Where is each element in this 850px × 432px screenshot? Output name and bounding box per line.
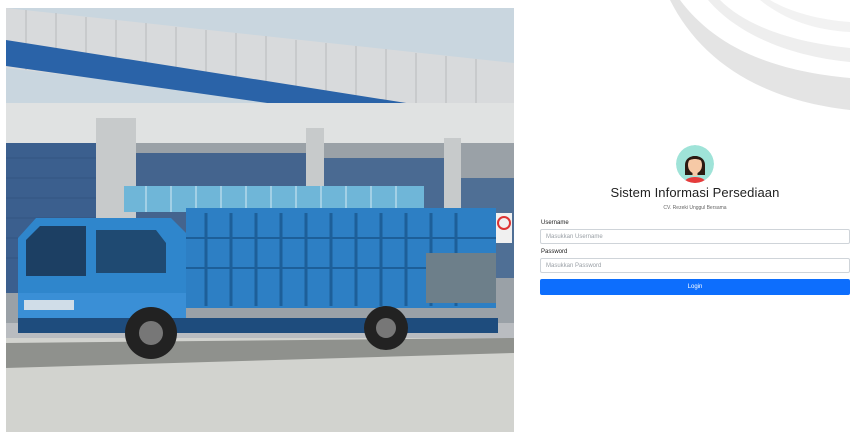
login-button[interactable]: Login (540, 279, 850, 295)
truck-warehouse-photo (6, 8, 514, 432)
login-form: Username Masukkan Username Password Masu… (540, 220, 850, 295)
username-input[interactable]: Masukkan Username (540, 229, 850, 244)
app-title: Sistem Informasi Persediaan (610, 185, 780, 200)
company-name: CV. Rezeki Unggul Bersama (663, 205, 727, 211)
user-avatar-icon (676, 145, 714, 183)
password-input[interactable]: Masukkan Password (540, 258, 850, 273)
username-placeholder: Masukkan Username (546, 233, 603, 240)
username-label: Username (541, 220, 569, 226)
password-placeholder: Masukkan Password (546, 262, 602, 269)
decorative-watermark (650, 0, 850, 110)
password-label: Password (541, 249, 568, 255)
login-panel: Sistem Informasi Persediaan CV. Rezeki U… (540, 145, 850, 295)
